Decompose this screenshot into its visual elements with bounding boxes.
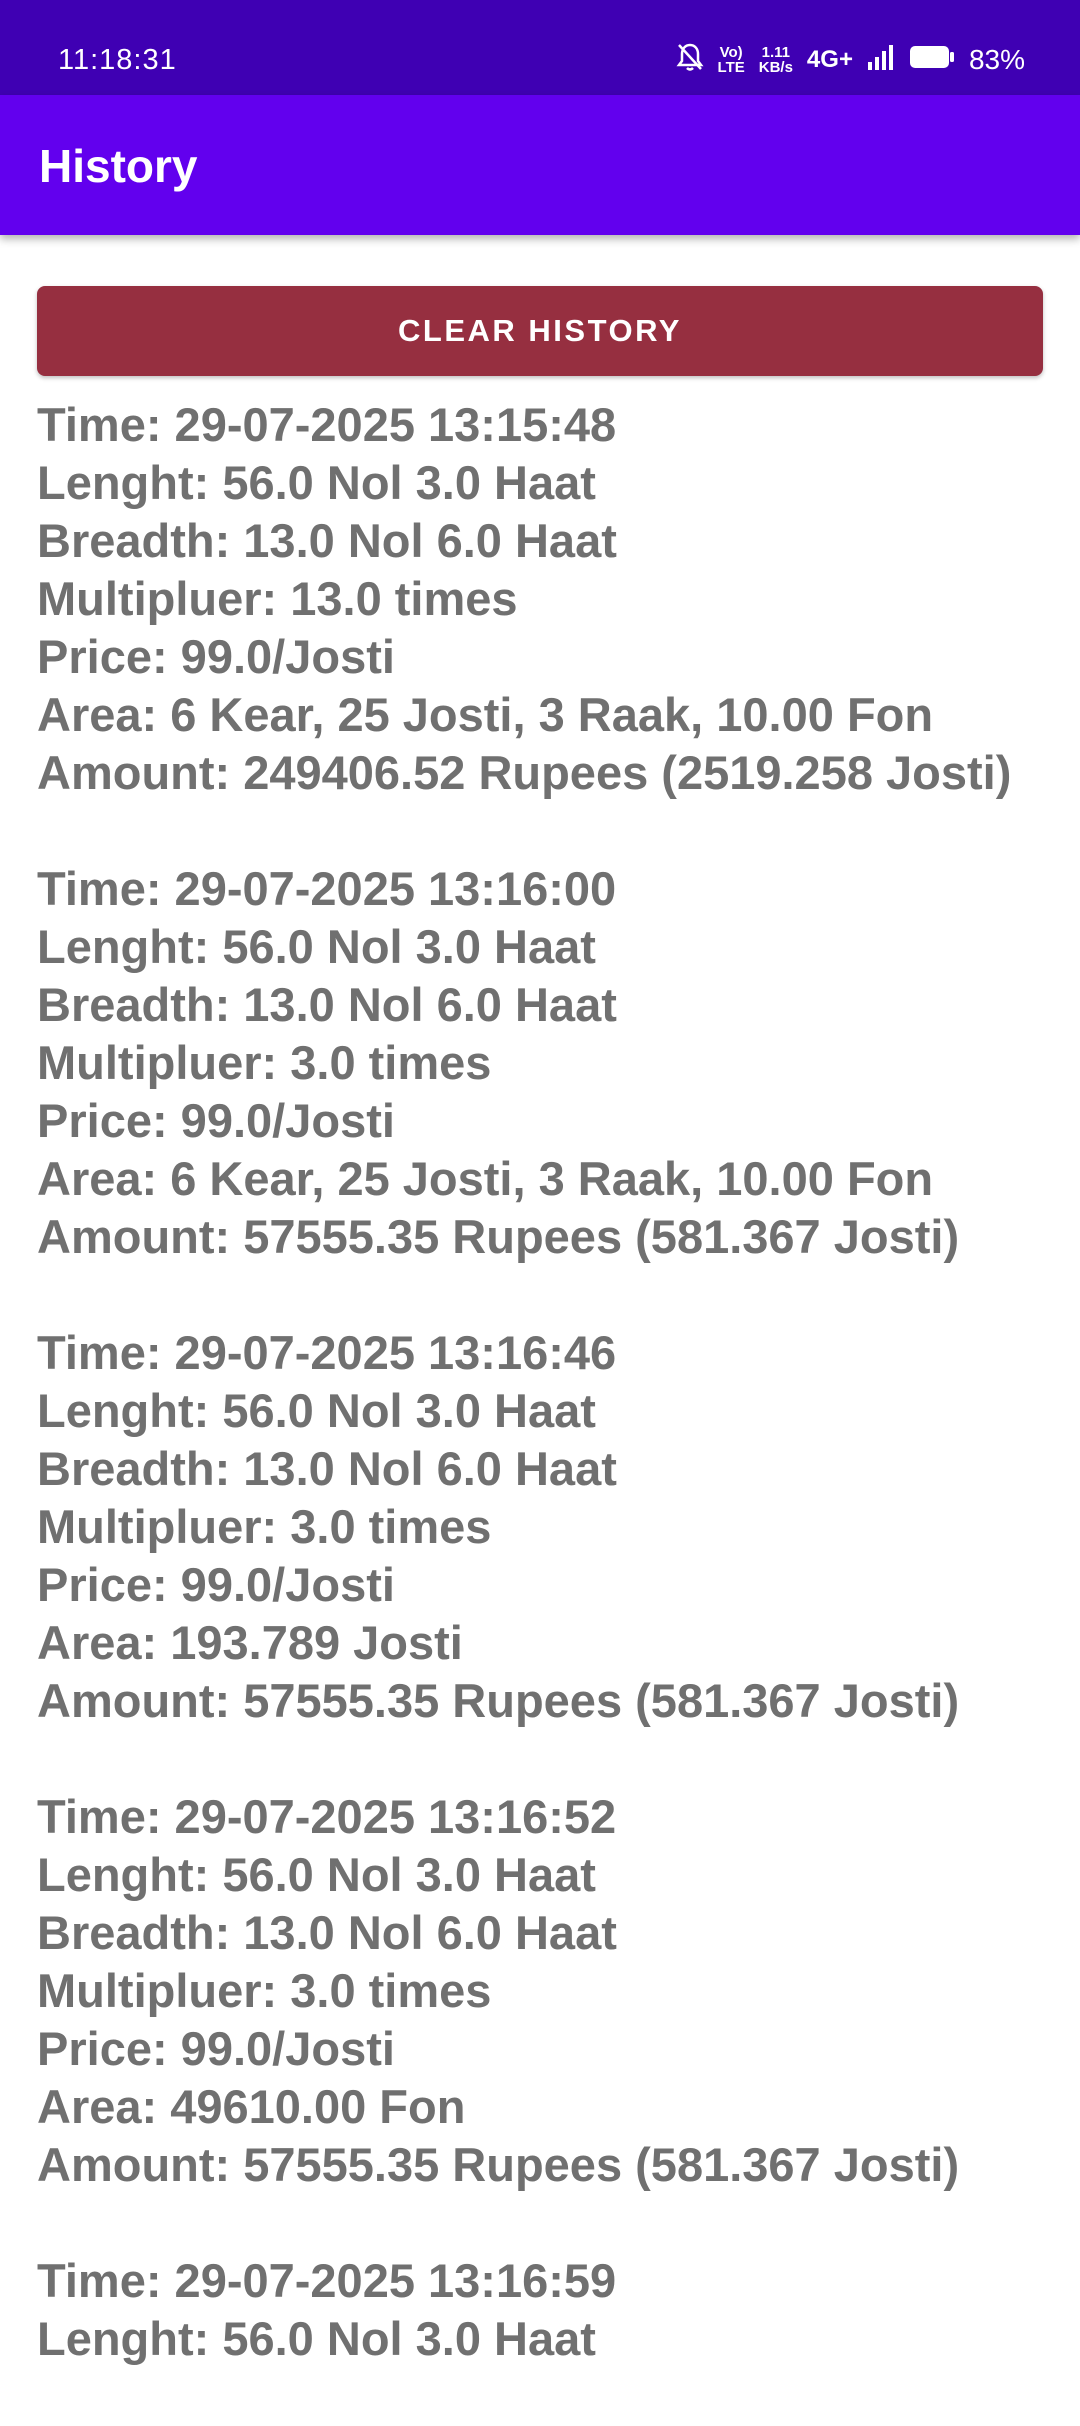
volte-indicator: Vo) LTE — [717, 44, 745, 76]
entry-area: Area: 6 Kear, 25 Josti, 3 Raak, 10.00 Fo… — [37, 1152, 934, 1205]
history-entry: Time: 29-07-2025 13:16:52 Lenght: 56.0 N… — [37, 1788, 1047, 2194]
entry-time: Time: 29-07-2025 13:15:48 — [37, 398, 617, 451]
status-bar: 11:18:31 Vo) LTE 1.11 KB/s 4G+ 83% — [0, 0, 1080, 95]
history-entry: Time: 29-07-2025 13:16:59 Lenght: 56.0 N… — [37, 2252, 1047, 2368]
network-speed: 1.11 KB/s — [758, 44, 793, 76]
entry-length: Lenght: 56.0 Nol 3.0 Haat — [37, 2312, 596, 2365]
battery-percent: 83% — [968, 44, 1025, 75]
status-time: 11:18:31 — [58, 44, 177, 76]
entry-price: Price: 99.0/Josti — [37, 630, 395, 683]
entry-time: Time: 29-07-2025 13:16:52 — [37, 1790, 617, 1843]
entry-price: Price: 99.0/Josti — [37, 2022, 395, 2075]
history-list: Time: 29-07-2025 13:15:48 Lenght: 56.0 N… — [37, 396, 1047, 2426]
entry-breadth: Breadth: 13.0 Nol 6.0 Haat — [37, 1906, 617, 1959]
entry-area: Area: 6 Kear, 25 Josti, 3 Raak, 10.00 Fo… — [37, 688, 934, 741]
history-entry: Time: 29-07-2025 13:16:00 Lenght: 56.0 N… — [37, 860, 1047, 1266]
signal-bars-icon — [867, 44, 895, 77]
entry-multiplier: Multipluer: 3.0 times — [37, 1500, 492, 1553]
entry-length: Lenght: 56.0 Nol 3.0 Haat — [37, 1848, 596, 1901]
entry-area: Area: 193.789 Josti — [37, 1616, 463, 1669]
entry-length: Lenght: 56.0 Nol 3.0 Haat — [37, 920, 596, 973]
entry-breadth: Breadth: 13.0 Nol 6.0 Haat — [37, 1442, 617, 1495]
entry-time: Time: 29-07-2025 13:16:00 — [37, 862, 617, 915]
history-entry: Time: 29-07-2025 13:16:46 Lenght: 56.0 N… — [37, 1324, 1047, 1730]
entry-area: Area: 49610.00 Fon — [37, 2080, 466, 2133]
entry-amount: Amount: 57555.35 Rupees (581.367 Josti) — [37, 2138, 960, 2191]
entry-length: Lenght: 56.0 Nol 3.0 Haat — [37, 456, 596, 509]
entry-price: Price: 99.0/Josti — [37, 1558, 395, 1611]
mute-bell-icon — [676, 42, 704, 79]
entry-breadth: Breadth: 13.0 Nol 6.0 Haat — [37, 978, 617, 1031]
entry-multiplier: Multipluer: 13.0 times — [37, 572, 518, 625]
entry-time: Time: 29-07-2025 13:16:46 — [37, 1326, 617, 1379]
status-icons: Vo) LTE 1.11 KB/s 4G+ 83% — [676, 40, 1025, 80]
clear-history-button[interactable]: CLEAR HISTORY — [37, 286, 1043, 376]
app-bar: History — [0, 95, 1080, 235]
entry-multiplier: Multipluer: 3.0 times — [37, 1036, 492, 1089]
entry-breadth: Breadth: 13.0 Nol 6.0 Haat — [37, 514, 617, 567]
network-type: 4G+ — [806, 46, 853, 73]
entry-price: Price: 99.0/Josti — [37, 1094, 395, 1147]
entry-amount: Amount: 249406.52 Rupees (2519.258 Josti… — [37, 746, 1012, 799]
entry-amount: Amount: 57555.35 Rupees (581.367 Josti) — [37, 1210, 960, 1263]
entry-length: Lenght: 56.0 Nol 3.0 Haat — [37, 1384, 596, 1437]
entry-amount: Amount: 57555.35 Rupees (581.367 Josti) — [37, 1674, 960, 1727]
entry-time: Time: 29-07-2025 13:16:59 — [37, 2254, 617, 2307]
history-entry: Time: 29-07-2025 13:15:48 Lenght: 56.0 N… — [37, 396, 1047, 802]
entry-multiplier: Multipluer: 3.0 times — [37, 1964, 492, 2017]
battery-icon — [909, 44, 955, 77]
page-title: History — [39, 140, 198, 192]
